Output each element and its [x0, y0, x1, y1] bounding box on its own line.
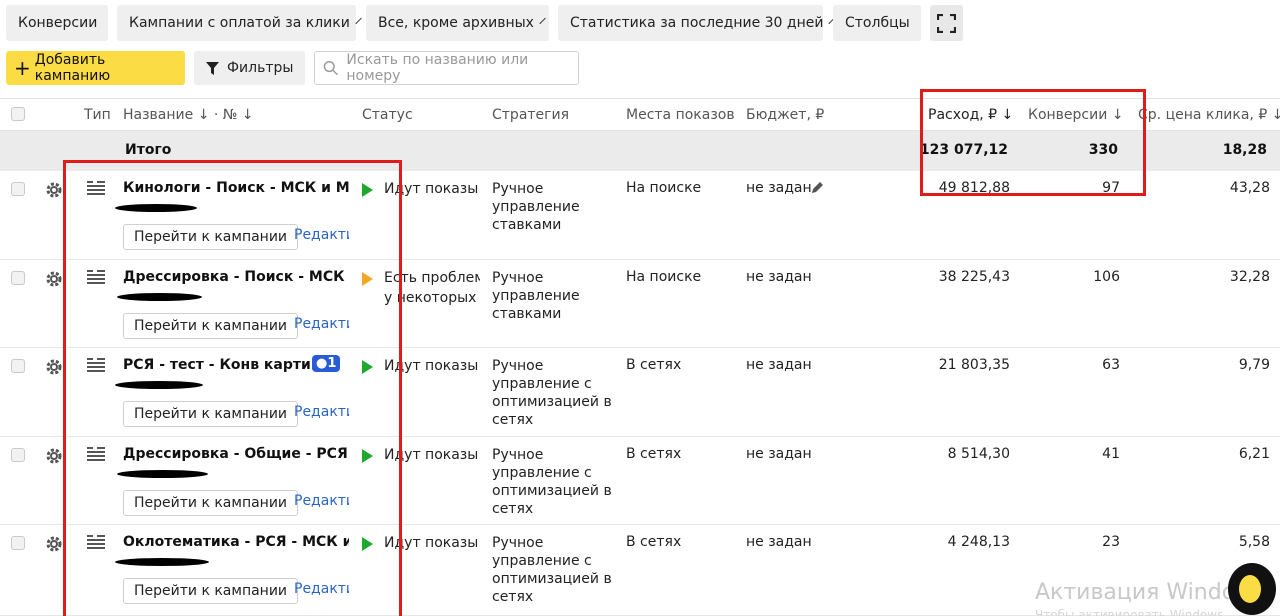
plus-icon: +: [14, 56, 31, 80]
gear-icon[interactable]: [44, 446, 64, 466]
budget-text: не задан: [746, 446, 812, 462]
budget-text: не задан: [746, 180, 812, 196]
search-placeholder: Искать по названию или номеру: [346, 52, 529, 84]
places-text: На поиске: [626, 180, 702, 196]
columns-label: Столбцы: [845, 15, 910, 31]
conversions-value: 63: [1102, 357, 1120, 373]
chevron-down-icon: [355, 17, 362, 25]
places-text: В сетях: [626, 534, 682, 550]
places-text: На поиске: [626, 269, 702, 285]
conversions-value: 23: [1102, 534, 1120, 550]
spend-value: 38 225,43: [938, 269, 1010, 285]
spend-value: 21 803,35: [938, 357, 1010, 373]
cpc-value: 5,58: [1238, 534, 1270, 550]
strategy-text: Ручное управление ставками: [492, 270, 580, 322]
strategy-text: Ручное управление с оптимизацией в сетях: [492, 535, 612, 605]
conversions-label: Конверсии: [18, 15, 98, 31]
fullscreen-button[interactable]: [930, 5, 963, 41]
period-dropdown[interactable]: Статистика за последние 30 дней: [558, 5, 836, 41]
add-campaign-label: Добавить кампанию: [34, 52, 111, 84]
filters-button[interactable]: Фильтры: [194, 51, 305, 85]
app-logo-icon: [1228, 563, 1276, 615]
header-places: Места показов: [626, 107, 735, 123]
total-cpc: 18,28: [1222, 142, 1267, 158]
conversions-value: 106: [1093, 269, 1120, 285]
budget-text: не задан: [746, 357, 812, 373]
header-status: Статус: [362, 107, 413, 123]
gear-icon[interactable]: [44, 534, 64, 554]
places-text: В сетях: [626, 446, 682, 462]
conversions-value: 41: [1102, 446, 1120, 462]
highlight-campaign-names: [63, 160, 402, 616]
strategy-text: Ручное управление с оптимизацией в сетях: [492, 447, 612, 517]
archive-filter-label: Все, кроме архивных: [378, 15, 534, 31]
header-cpc[interactable]: Ср. цена клика, ₽ ↓: [1138, 107, 1280, 123]
row-checkbox[interactable]: [11, 359, 25, 373]
cpc-value: 9,79: [1238, 357, 1270, 373]
spend-value: 8 514,30: [947, 446, 1010, 462]
row-checkbox[interactable]: [11, 536, 25, 550]
columns-button[interactable]: Столбцы: [833, 5, 921, 41]
archive-filter-dropdown[interactable]: Все, кроме архивных: [366, 5, 549, 41]
gear-icon[interactable]: [44, 269, 64, 289]
search-icon: [323, 61, 338, 76]
strategy-text: Ручное управление ставками: [492, 181, 580, 233]
highlight-spend-conversions: [920, 89, 1146, 196]
spend-value: 4 248,13: [947, 534, 1010, 550]
filters-label: Фильтры: [227, 60, 294, 76]
header-budget: Бюджет, ₽: [746, 107, 825, 123]
select-all-checkbox[interactable]: [11, 107, 25, 121]
budget-text: не задан: [746, 269, 812, 285]
row-checkbox[interactable]: [11, 271, 25, 285]
period-label: Статистика за последние 30 дней: [570, 15, 824, 31]
conversions-button[interactable]: Конверсии: [6, 5, 108, 41]
chevron-down-icon: [539, 17, 546, 25]
cpc-value: 6,21: [1238, 446, 1270, 462]
cpc-value: 43,28: [1229, 180, 1270, 196]
header-strategy: Стратегия: [492, 107, 570, 123]
expand-icon: [937, 14, 956, 33]
search-input[interactable]: Искать по названию или номеру: [314, 51, 579, 85]
add-campaign-button[interactable]: + Добавить кампанию: [6, 51, 185, 85]
campaign-type-dropdown[interactable]: Кампании с оплатой за клики: [117, 5, 362, 41]
windows-activation-subtitle: Чтобы активировать Windows: [1035, 608, 1224, 616]
row-checkbox[interactable]: [11, 448, 25, 462]
row-checkbox[interactable]: [11, 182, 25, 196]
header-name[interactable]: Название ↓ · № ↓: [123, 107, 254, 123]
total-label: Итого: [125, 142, 172, 158]
campaign-type-label: Кампании с оплатой за клики: [129, 15, 350, 31]
gear-icon[interactable]: [44, 180, 64, 200]
strategy-text: Ручное управление с оптимизацией в сетях: [492, 358, 612, 428]
pencil-icon[interactable]: [810, 181, 824, 195]
filter-icon: [206, 61, 219, 75]
places-text: В сетях: [626, 357, 682, 373]
budget-text: не задан: [746, 534, 812, 550]
header-type: Тип: [84, 107, 111, 123]
cpc-value: 32,28: [1229, 269, 1270, 285]
gear-icon[interactable]: [44, 357, 64, 377]
